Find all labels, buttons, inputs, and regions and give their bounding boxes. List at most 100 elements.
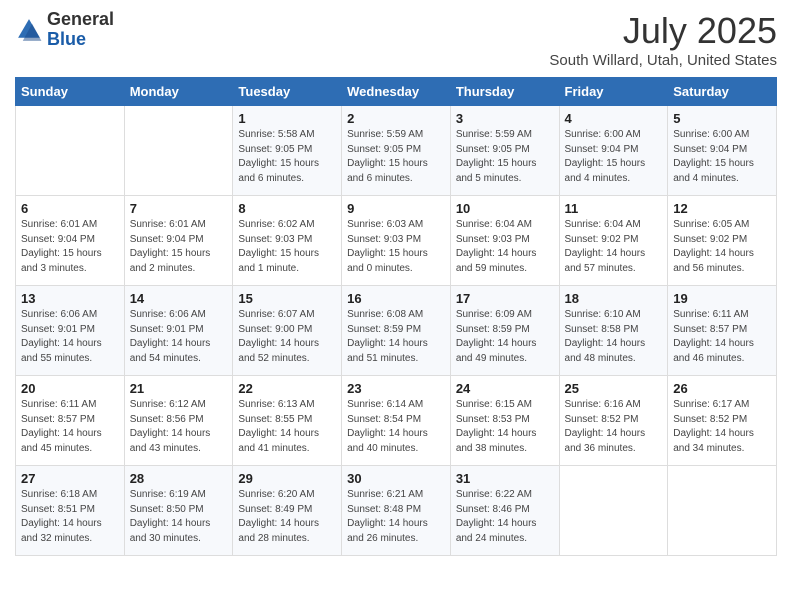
- day-info: Sunrise: 6:00 AM Sunset: 9:04 PM Dayligh…: [673, 128, 771, 186]
- day-number: 23: [347, 381, 445, 396]
- day-number: 25: [565, 381, 663, 396]
- calendar-cell: 3 Sunrise: 5:59 AM Sunset: 9:05 PM Daylig…: [450, 106, 559, 196]
- day-info: Sunrise: 6:20 AM Sunset: 8:49 PM Dayligh…: [238, 488, 336, 546]
- day-info: Sunrise: 5:59 AM Sunset: 9:05 PM Dayligh…: [347, 128, 445, 186]
- day-number: 26: [673, 381, 771, 396]
- day-info: Sunrise: 6:14 AM Sunset: 8:54 PM Dayligh…: [347, 398, 445, 456]
- calendar-cell: [668, 466, 777, 556]
- day-info: Sunrise: 6:01 AM Sunset: 9:04 PM Dayligh…: [130, 218, 228, 276]
- day-info: Sunrise: 6:02 AM Sunset: 9:03 PM Dayligh…: [238, 218, 336, 276]
- day-info: Sunrise: 6:06 AM Sunset: 9:01 PM Dayligh…: [130, 308, 228, 366]
- calendar-cell: 7Sunrise: 6:01 AM Sunset: 9:04 PM Daylig…: [124, 196, 233, 286]
- title-section: July 2025 South Willard, Utah, United St…: [549, 10, 777, 69]
- day-number: 31: [456, 471, 554, 486]
- weekday-header: Thursday: [450, 78, 559, 106]
- day-number: 10: [456, 201, 554, 216]
- calendar-cell: 28 Sunrise: 6:19 AM Sunset: 8:50 PM Dayli…: [124, 466, 233, 556]
- calendar-cell: 16 Sunrise: 6:08 AM Sunset: 8:59 PM Dayli…: [342, 286, 451, 376]
- calendar-cell: 1 Sunrise: 5:58 AM Sunset: 9:05 PM Daylig…: [233, 106, 342, 196]
- calendar-cell: 6 Sunrise: 6:01 AM Sunset: 9:04 PM Daylig…: [16, 196, 125, 286]
- day-info: Sunrise: 6:03 AM Sunset: 9:03 PM Dayligh…: [347, 218, 445, 276]
- calendar-cell: 18Sunrise: 6:10 AM Sunset: 8:58 PM Dayli…: [559, 286, 668, 376]
- day-number: 11: [565, 201, 663, 216]
- day-info: Sunrise: 6:19 AM Sunset: 8:50 PM Dayligh…: [130, 488, 228, 546]
- calendar-table: SundayMondayTuesdayWednesdayThursdayFrid…: [15, 77, 777, 556]
- calendar-cell: 25 Sunrise: 6:16 AM Sunset: 8:52 PM Dayli…: [559, 376, 668, 466]
- day-number: 27: [21, 471, 119, 486]
- day-number: 29: [238, 471, 336, 486]
- day-number: 12: [673, 201, 771, 216]
- day-info: Sunrise: 6:21 AM Sunset: 8:48 PM Dayligh…: [347, 488, 445, 546]
- weekday-header: Sunday: [16, 78, 125, 106]
- calendar-cell: 26 Sunrise: 6:17 AM Sunset: 8:52 PM Dayli…: [668, 376, 777, 466]
- day-number: 1: [238, 111, 336, 126]
- day-info: Sunrise: 6:09 AM Sunset: 8:59 PM Dayligh…: [456, 308, 554, 366]
- calendar-cell: 14 Sunrise: 6:06 AM Sunset: 9:01 PM Dayli…: [124, 286, 233, 376]
- day-number: 18: [565, 291, 663, 306]
- calendar-cell: 31 Sunrise: 6:22 AM Sunset: 8:46 PM Dayli…: [450, 466, 559, 556]
- day-number: 28: [130, 471, 228, 486]
- day-number: 13: [21, 291, 119, 306]
- calendar-cell: 27 Sunrise: 6:18 AM Sunset: 8:51 PM Dayli…: [16, 466, 125, 556]
- calendar-cell: 21Sunrise: 6:12 AM Sunset: 8:56 PM Dayli…: [124, 376, 233, 466]
- calendar-cell: 4Sunrise: 6:00 AM Sunset: 9:04 PM Daylig…: [559, 106, 668, 196]
- calendar-week-row: 20Sunrise: 6:11 AM Sunset: 8:57 PM Dayli…: [16, 376, 777, 466]
- day-info: Sunrise: 6:18 AM Sunset: 8:51 PM Dayligh…: [21, 488, 119, 546]
- day-info: Sunrise: 6:04 AM Sunset: 9:03 PM Dayligh…: [456, 218, 554, 276]
- day-number: 22: [238, 381, 336, 396]
- logo-blue: Blue: [47, 30, 114, 50]
- main-title: July 2025: [549, 10, 777, 52]
- day-info: Sunrise: 6:04 AM Sunset: 9:02 PM Dayligh…: [565, 218, 663, 276]
- calendar-cell: 20Sunrise: 6:11 AM Sunset: 8:57 PM Dayli…: [16, 376, 125, 466]
- day-number: 24: [456, 381, 554, 396]
- day-info: Sunrise: 6:08 AM Sunset: 8:59 PM Dayligh…: [347, 308, 445, 366]
- day-info: Sunrise: 6:11 AM Sunset: 8:57 PM Dayligh…: [21, 398, 119, 456]
- calendar-cell: 17 Sunrise: 6:09 AM Sunset: 8:59 PM Dayli…: [450, 286, 559, 376]
- day-number: 6: [21, 201, 119, 216]
- logo-text: General Blue: [47, 10, 114, 50]
- calendar-cell: 13Sunrise: 6:06 AM Sunset: 9:01 PM Dayli…: [16, 286, 125, 376]
- calendar-cell: 24Sunrise: 6:15 AM Sunset: 8:53 PM Dayli…: [450, 376, 559, 466]
- calendar-week-row: 1 Sunrise: 5:58 AM Sunset: 9:05 PM Daylig…: [16, 106, 777, 196]
- day-info: Sunrise: 6:05 AM Sunset: 9:02 PM Dayligh…: [673, 218, 771, 276]
- day-number: 2: [347, 111, 445, 126]
- day-info: Sunrise: 6:13 AM Sunset: 8:55 PM Dayligh…: [238, 398, 336, 456]
- calendar-cell: 11 Sunrise: 6:04 AM Sunset: 9:02 PM Dayli…: [559, 196, 668, 286]
- day-number: 19: [673, 291, 771, 306]
- page-header: General Blue July 2025 South Willard, Ut…: [15, 10, 777, 69]
- calendar-cell: 19 Sunrise: 6:11 AM Sunset: 8:57 PM Dayli…: [668, 286, 777, 376]
- calendar-cell: 30 Sunrise: 6:21 AM Sunset: 8:48 PM Dayli…: [342, 466, 451, 556]
- calendar-cell: 23 Sunrise: 6:14 AM Sunset: 8:54 PM Dayli…: [342, 376, 451, 466]
- weekday-header: Monday: [124, 78, 233, 106]
- day-number: 9: [347, 201, 445, 216]
- logo: General Blue: [15, 10, 114, 50]
- calendar-cell: 10 Sunrise: 6:04 AM Sunset: 9:03 PM Dayli…: [450, 196, 559, 286]
- logo-general: General: [47, 10, 114, 30]
- day-info: Sunrise: 5:58 AM Sunset: 9:05 PM Dayligh…: [238, 128, 336, 186]
- day-info: Sunrise: 6:16 AM Sunset: 8:52 PM Dayligh…: [565, 398, 663, 456]
- day-info: Sunrise: 6:11 AM Sunset: 8:57 PM Dayligh…: [673, 308, 771, 366]
- day-number: 30: [347, 471, 445, 486]
- calendar-week-row: 6 Sunrise: 6:01 AM Sunset: 9:04 PM Daylig…: [16, 196, 777, 286]
- calendar-cell: 12 Sunrise: 6:05 AM Sunset: 9:02 PM Dayli…: [668, 196, 777, 286]
- weekday-header: Saturday: [668, 78, 777, 106]
- calendar-cell: 22 Sunrise: 6:13 AM Sunset: 8:55 PM Dayli…: [233, 376, 342, 466]
- day-info: Sunrise: 6:22 AM Sunset: 8:46 PM Dayligh…: [456, 488, 554, 546]
- day-number: 3: [456, 111, 554, 126]
- calendar-cell: 2 Sunrise: 5:59 AM Sunset: 9:05 PM Daylig…: [342, 106, 451, 196]
- day-number: 14: [130, 291, 228, 306]
- calendar-week-row: 27 Sunrise: 6:18 AM Sunset: 8:51 PM Dayli…: [16, 466, 777, 556]
- weekday-header-row: SundayMondayTuesdayWednesdayThursdayFrid…: [16, 78, 777, 106]
- day-info: Sunrise: 6:07 AM Sunset: 9:00 PM Dayligh…: [238, 308, 336, 366]
- day-number: 21: [130, 381, 228, 396]
- day-number: 17: [456, 291, 554, 306]
- day-info: Sunrise: 6:01 AM Sunset: 9:04 PM Dayligh…: [21, 218, 119, 276]
- day-number: 5: [673, 111, 771, 126]
- day-number: 16: [347, 291, 445, 306]
- day-info: Sunrise: 6:00 AM Sunset: 9:04 PM Dayligh…: [565, 128, 663, 186]
- day-info: Sunrise: 5:59 AM Sunset: 9:05 PM Dayligh…: [456, 128, 554, 186]
- calendar-cell: 8Sunrise: 6:02 AM Sunset: 9:03 PM Daylig…: [233, 196, 342, 286]
- day-info: Sunrise: 6:17 AM Sunset: 8:52 PM Dayligh…: [673, 398, 771, 456]
- calendar-cell: 5 Sunrise: 6:00 AM Sunset: 9:04 PM Daylig…: [668, 106, 777, 196]
- logo-icon: [15, 16, 43, 44]
